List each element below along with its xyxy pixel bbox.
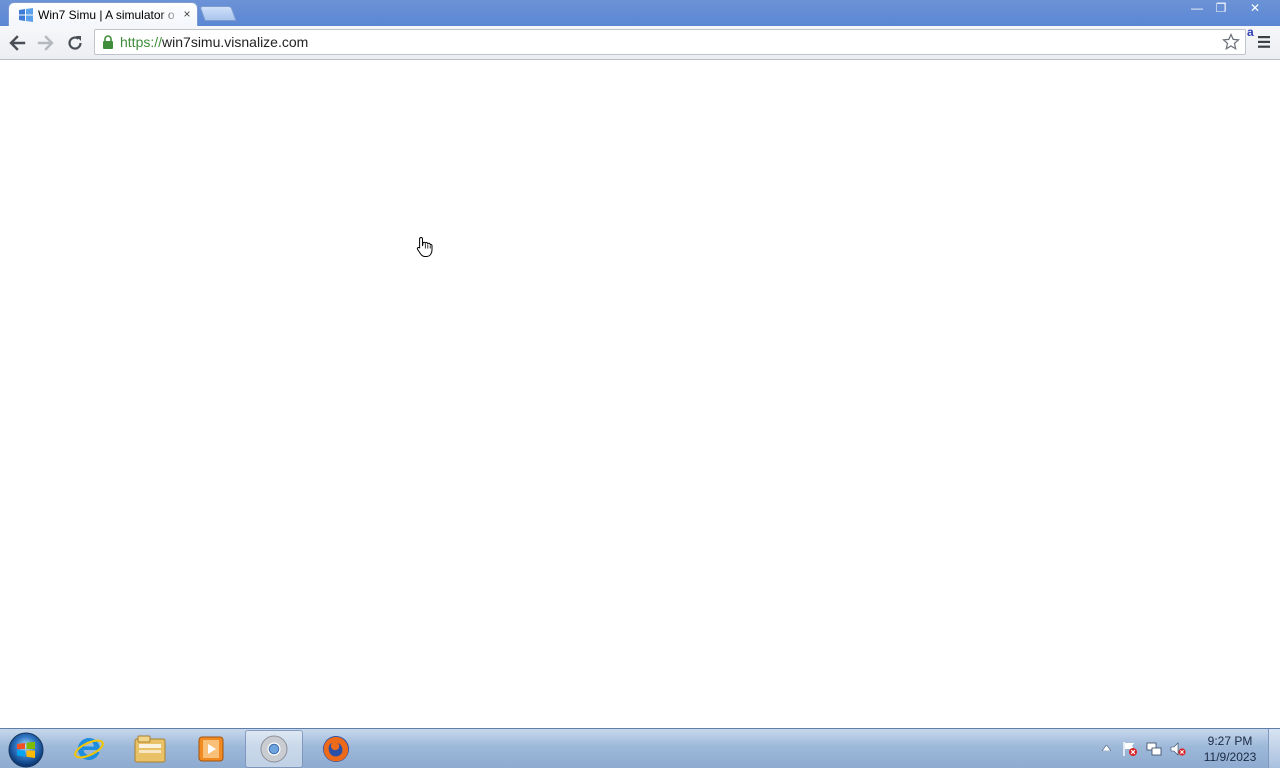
hand-pointer-icon [416,236,433,257]
reload-button[interactable] [64,32,86,54]
windows-taskbar: 9:27 PM 11/9/2023 [0,728,1280,768]
taskbar-internet-explorer[interactable] [60,730,118,768]
tab-title-fade [159,7,181,23]
url-host: win7simu.visnalize.com [162,34,309,50]
extension-badge[interactable]: a [1247,25,1254,39]
window-maximize-button[interactable]: ❐ [1208,0,1234,18]
taskbar-clock[interactable]: 9:27 PM 11/9/2023 [1194,733,1266,765]
browser-titlebar: Win7 Simu | A simulator o × — ❐ ✕ [0,0,1280,26]
new-tab-button[interactable] [199,6,237,21]
show-hidden-icons-icon[interactable] [1102,745,1111,751]
media-player-icon [198,736,224,762]
browser-tab-active[interactable]: Win7 Simu | A simulator o × [8,2,198,26]
clock-time: 9:27 PM [1207,734,1253,748]
menu-icon[interactable] [1258,36,1270,48]
network-icon[interactable] [1146,741,1162,757]
url-scheme: https:// [120,34,163,50]
clock-date: 11/9/2023 [1203,750,1257,764]
windows-explorer-icon [134,735,166,763]
tab-close-icon[interactable]: × [180,7,194,21]
chrome-icon [260,735,288,763]
back-arrow-icon [9,35,26,51]
taskbar-media-player[interactable] [182,730,240,768]
firefox-icon [323,736,349,762]
bookmark-star-icon[interactable] [1222,33,1240,51]
start-button[interactable] [7,731,45,769]
back-button[interactable] [6,32,28,54]
window-close-button[interactable]: ✕ [1240,0,1270,18]
page-content[interactable] [0,60,1280,728]
reload-icon [68,36,82,50]
action-center-icon[interactable] [1122,741,1138,757]
lock-icon [103,35,113,49]
internet-explorer-icon [74,737,104,760]
forward-button[interactable] [35,32,57,54]
window-minimize-button[interactable]: — [1184,0,1210,18]
taskbar-firefox[interactable] [307,730,365,768]
address-url: https://win7simu.visnalize.com [120,34,308,51]
windows-flag-icon [19,8,33,22]
taskbar-chrome[interactable] [245,730,303,768]
browser-toolbar: https://win7simu.visnalize.com a [0,25,1280,60]
volume-icon[interactable] [1170,741,1186,757]
address-bar[interactable]: https://win7simu.visnalize.com [94,29,1246,55]
taskbar-windows-explorer[interactable] [121,730,179,768]
forward-arrow-icon [37,35,54,51]
system-tray [1096,729,1192,769]
show-desktop-button[interactable] [1268,729,1280,768]
